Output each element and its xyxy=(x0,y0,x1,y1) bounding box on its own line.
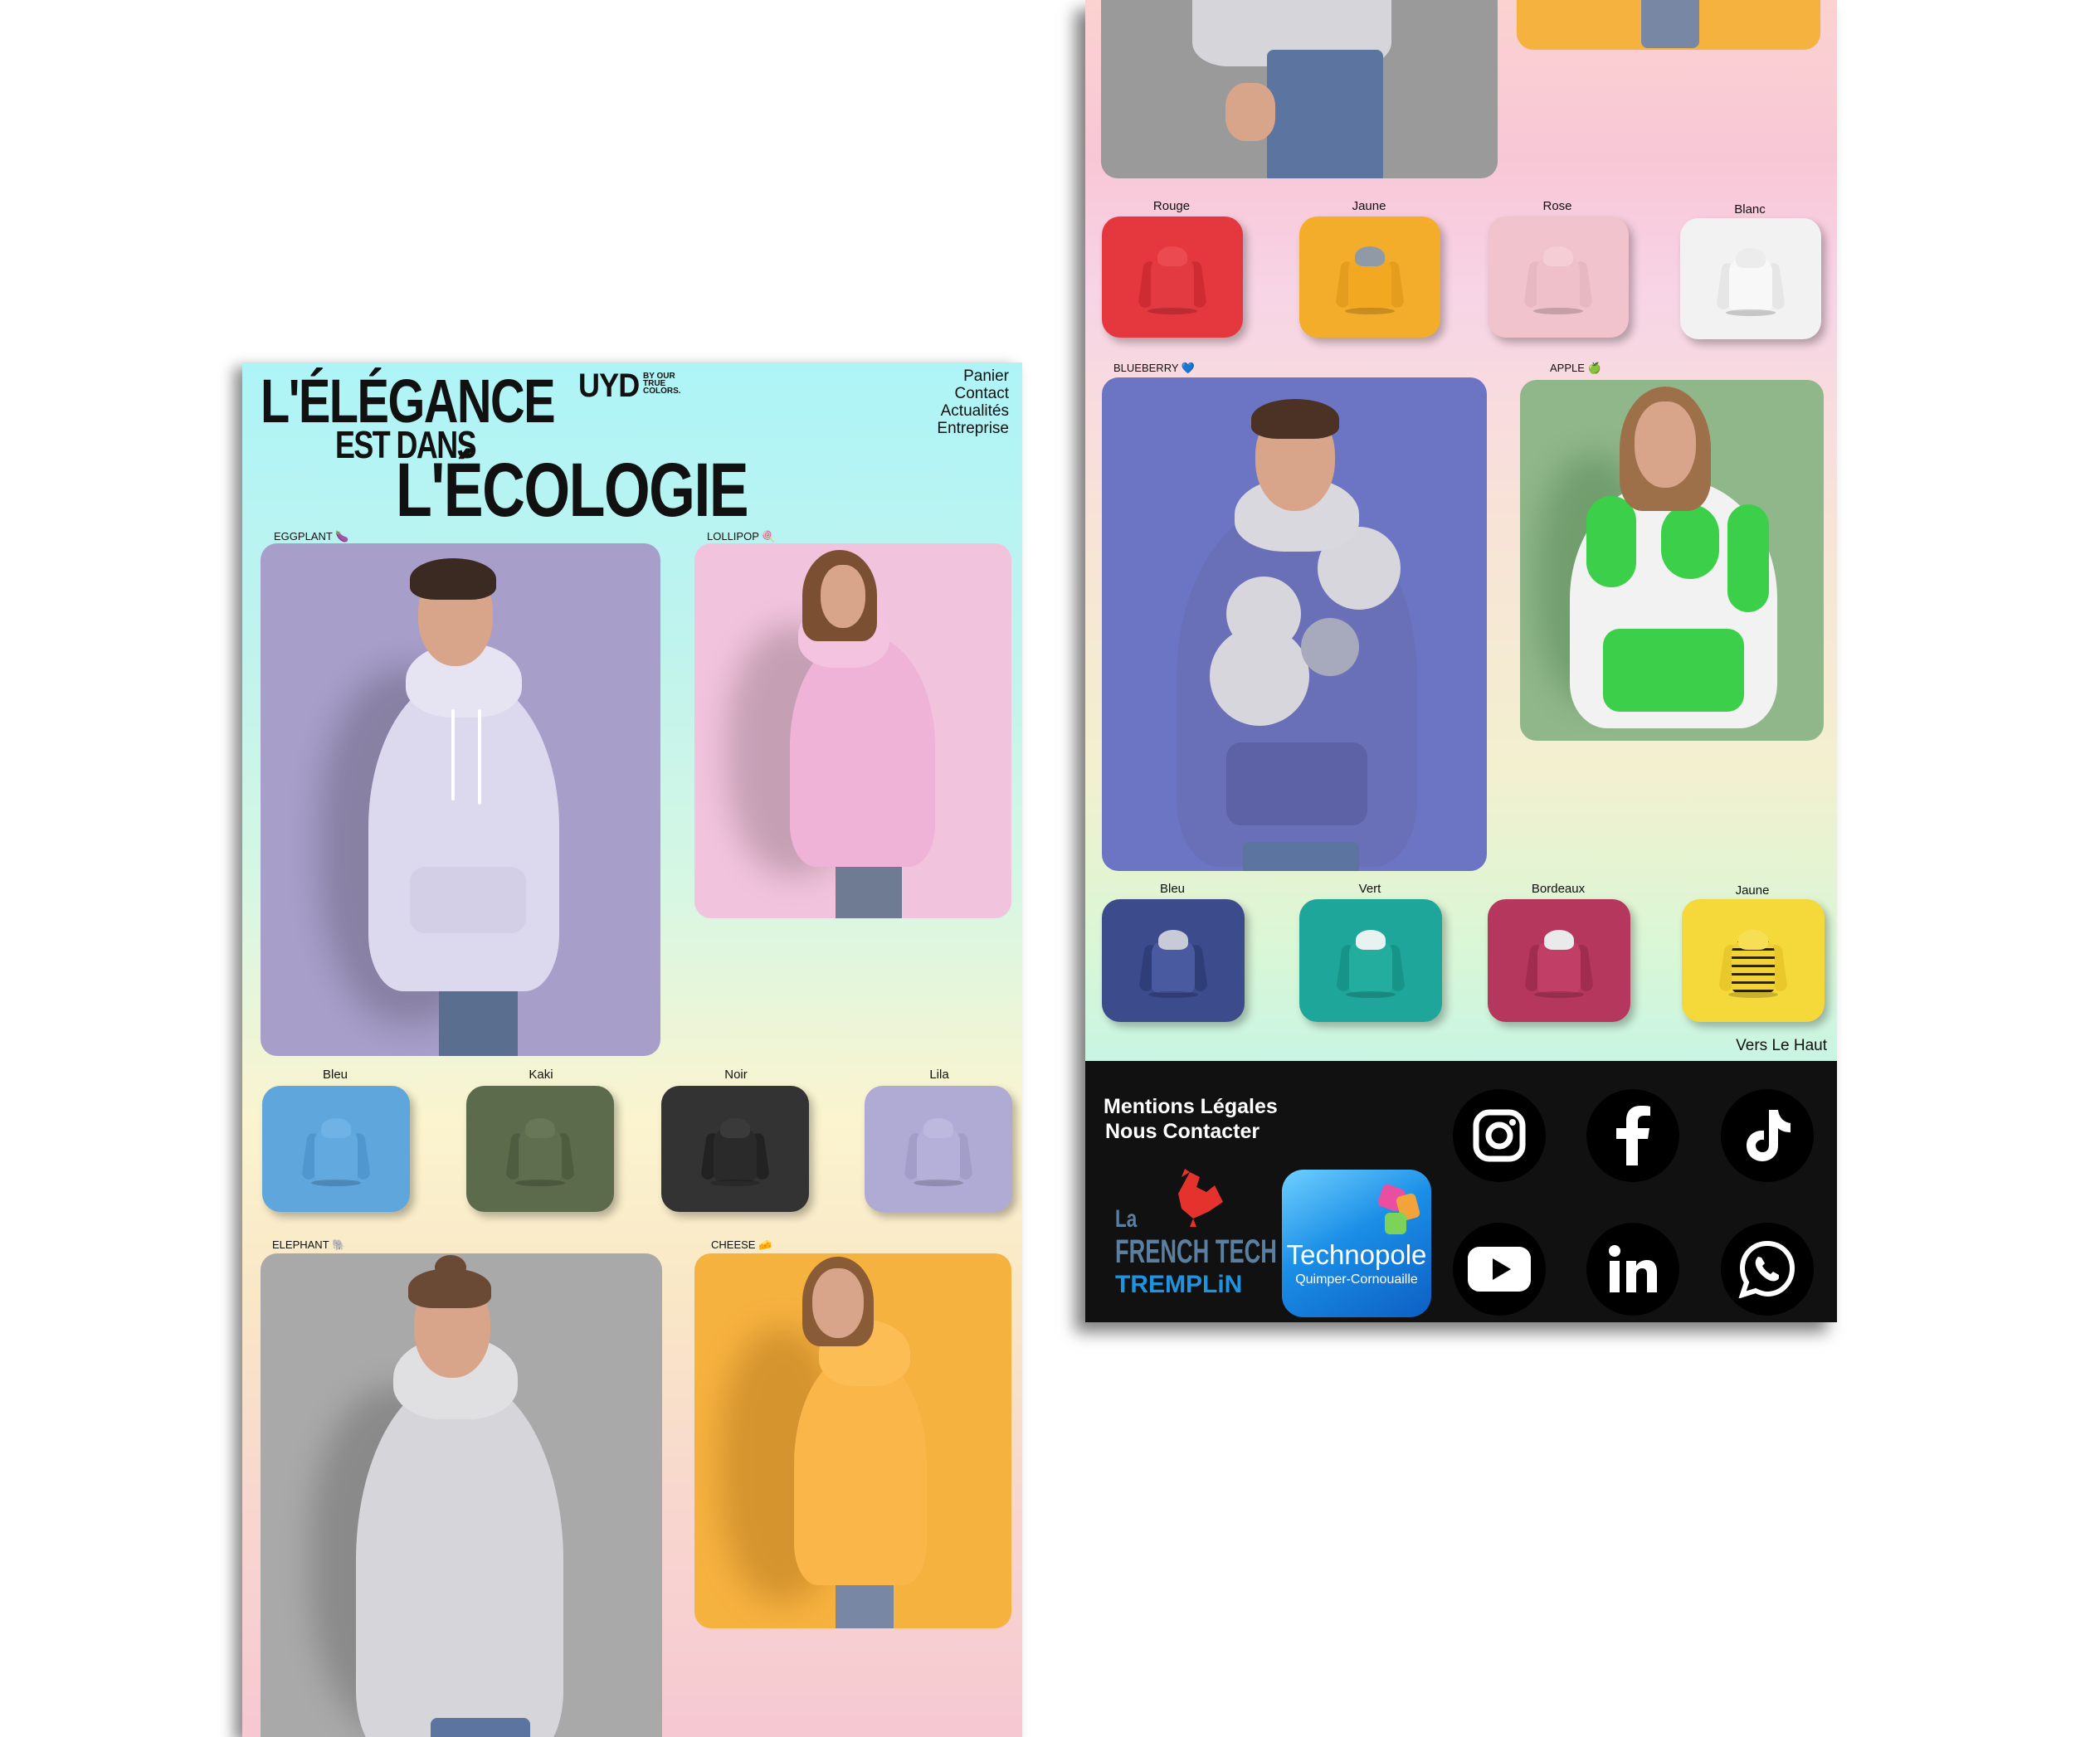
rooster-icon xyxy=(1178,1169,1223,1227)
main-nav: Panier Contact Actualités Entreprise xyxy=(937,367,1009,437)
hoodie-icon xyxy=(1524,928,1594,998)
product-emoji: 🍭 xyxy=(762,530,776,543)
hoodie-icon xyxy=(1523,245,1593,314)
swatch-bleu-2[interactable] xyxy=(1102,899,1245,1022)
hoodie-icon xyxy=(1336,928,1406,998)
hoodie-icon xyxy=(904,1117,973,1187)
frenchtech-line-2: FRENCH TECH xyxy=(1115,1233,1277,1270)
swatch-label-jaune-2: Jaune xyxy=(1735,883,1770,898)
hoodie-icon xyxy=(1138,928,1208,998)
product-photo-blueberry[interactable] xyxy=(1102,377,1487,871)
back-to-top-link[interactable]: Vers Le Haut xyxy=(1736,1037,1827,1055)
frenchtech-logo[interactable]: La FRENCH TECH TREMPLiN xyxy=(1115,1169,1277,1310)
facebook-icon[interactable] xyxy=(1586,1089,1679,1182)
nav-item-entreprise[interactable]: Entreprise xyxy=(937,420,1009,437)
mobile-screen-left: L'ÉLÉGANCE EST DANS L'ÉCOLOGIE UYD BY OU… xyxy=(242,362,1022,1737)
swatch-bleu[interactable] xyxy=(262,1086,410,1212)
swatch-kaki[interactable] xyxy=(466,1086,614,1212)
instagram-icon[interactable] xyxy=(1453,1089,1546,1182)
product-name: APPLE xyxy=(1550,362,1585,374)
tiktok-icon[interactable] xyxy=(1721,1089,1814,1182)
technopole-logo[interactable]: Technopole Quimper-Cornouaille xyxy=(1282,1170,1431,1317)
product-photo-elephant[interactable] xyxy=(261,1253,662,1737)
swatch-blanc[interactable] xyxy=(1680,218,1821,339)
product-name: BLUEBERRY xyxy=(1113,362,1179,374)
product-name: LOLLIPOP xyxy=(707,530,759,543)
whatsapp-icon[interactable] xyxy=(1721,1223,1814,1316)
product-photo-cheese-cropped[interactable] xyxy=(1517,0,1820,50)
swatch-label-vert: Vert xyxy=(1358,882,1381,896)
swatch-lila[interactable] xyxy=(865,1086,1012,1212)
product-emoji: 💙 xyxy=(1181,362,1196,374)
swatch-label-noir: Noir xyxy=(724,1068,748,1082)
product-caption-blueberry: BLUEBERRY 💙 xyxy=(1113,362,1195,375)
product-caption-apple: APPLE 🍏 xyxy=(1550,362,1601,375)
hoodie-icon xyxy=(301,1117,371,1187)
swatch-label-bleu: Bleu xyxy=(322,1068,348,1082)
swatch-label-jaune: Jaune xyxy=(1352,199,1386,213)
linkedin-icon[interactable] xyxy=(1586,1223,1679,1316)
swatch-rose[interactable] xyxy=(1488,217,1629,338)
hero-line-3: L'ÉCOLOGIE xyxy=(396,448,749,533)
product-name: EGGPLANT xyxy=(274,530,333,543)
swatch-jaune[interactable] xyxy=(1299,217,1440,338)
swatch-label-rose: Rose xyxy=(1542,199,1572,213)
brand-logo[interactable]: UYD xyxy=(578,367,640,405)
mobile-screen-right: Rouge Jaune Rose Blanc BLUEBERRY 💙 APPLE… xyxy=(1085,0,1837,1322)
swatch-label-rouge: Rouge xyxy=(1152,199,1191,213)
hoodie-icon xyxy=(1138,245,1207,314)
legal-link[interactable]: Mentions Légales xyxy=(1104,1095,1278,1119)
product-caption-cheese: CHEESE 🧀 xyxy=(711,1238,772,1252)
swatch-label-blanc: Blanc xyxy=(1734,202,1766,217)
frenchtech-line-1: La xyxy=(1115,1205,1138,1233)
swatch-bordeaux[interactable] xyxy=(1488,899,1630,1022)
hoodie-icon xyxy=(700,1117,770,1187)
product-emoji: 🍏 xyxy=(1587,362,1601,374)
brand-tagline: BY OUR TRUE COLORS. xyxy=(643,372,681,396)
product-photo-cheese[interactable] xyxy=(694,1253,1011,1628)
product-emoji: 🐘 xyxy=(332,1238,346,1251)
swatch-rouge[interactable] xyxy=(1102,217,1243,338)
hoodie-icon xyxy=(1718,928,1788,998)
swatch-label-lila: Lila xyxy=(929,1068,949,1082)
nav-item-panier[interactable]: Panier xyxy=(937,367,1009,385)
product-photo-apple[interactable] xyxy=(1520,380,1824,741)
youtube-icon[interactable] xyxy=(1453,1223,1546,1316)
footer: Mentions Légales Nous Contacter La FRENC… xyxy=(1085,1061,1837,1322)
technopole-title: Technopole xyxy=(1286,1239,1427,1270)
nav-item-contact[interactable]: Contact xyxy=(937,385,1009,402)
product-emoji: 🍆 xyxy=(335,530,349,543)
product-photo-elephant-cropped[interactable] xyxy=(1101,0,1498,178)
product-name: ELEPHANT xyxy=(272,1238,329,1251)
nav-item-actualites[interactable]: Actualités xyxy=(937,402,1009,420)
product-name: CHEESE xyxy=(711,1238,756,1251)
swatch-label-bleu-2: Bleu xyxy=(1159,882,1186,896)
swatch-jaune-2[interactable] xyxy=(1682,899,1825,1022)
product-caption-eggplant: EGGPLANT 🍆 xyxy=(274,530,348,543)
frenchtech-line-3: TREMPLiN xyxy=(1115,1271,1243,1298)
swatch-label-bordeaux: Bordeaux xyxy=(1531,882,1586,896)
swatch-label-kaki: Kaki xyxy=(529,1068,553,1082)
hoodie-icon xyxy=(1716,246,1786,316)
contact-link[interactable]: Nous Contacter xyxy=(1105,1120,1260,1144)
product-photo-eggplant[interactable] xyxy=(261,543,660,1056)
product-caption-lollipop: LOLLIPOP 🍭 xyxy=(707,530,775,543)
technopole-subtitle: Quimper-Cornouaille xyxy=(1295,1272,1418,1287)
product-emoji: 🧀 xyxy=(758,1238,772,1251)
product-caption-elephant: ELEPHANT 🐘 xyxy=(272,1238,345,1252)
swatch-vert[interactable] xyxy=(1299,899,1442,1022)
swatch-noir[interactable] xyxy=(661,1086,809,1212)
hoodie-icon xyxy=(1335,245,1405,314)
hoodie-icon xyxy=(505,1117,575,1187)
product-photo-lollipop[interactable] xyxy=(694,543,1011,918)
